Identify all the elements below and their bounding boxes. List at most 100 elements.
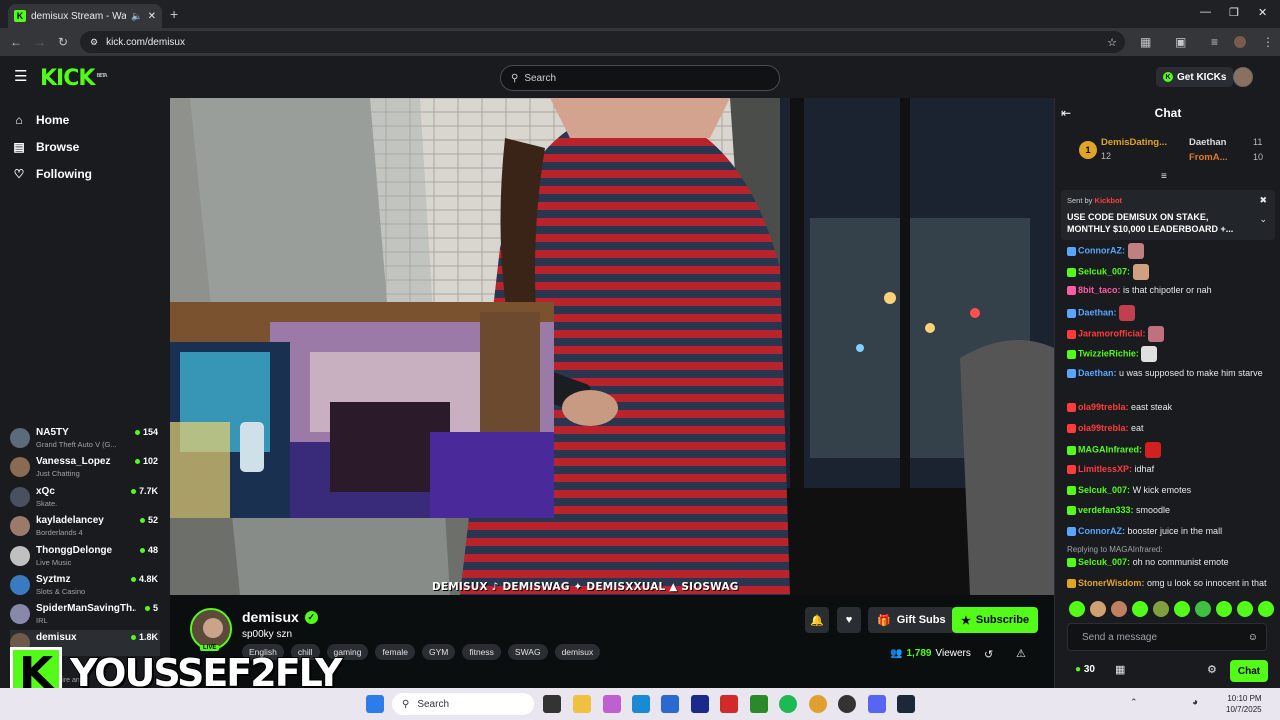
app-l-icon[interactable] <box>691 695 709 713</box>
chat-username[interactable]: StonerWisdom: <box>1078 578 1144 588</box>
back-icon[interactable]: ← <box>10 35 22 49</box>
taskbar-search[interactable]: ⚲ Search <box>392 693 534 715</box>
media-icon[interactable]: ≡ <box>1211 35 1218 49</box>
task-view-icon[interactable] <box>543 695 561 713</box>
emote-button[interactable] <box>1153 601 1169 617</box>
edge-icon[interactable] <box>632 695 650 713</box>
steam-icon[interactable] <box>897 695 915 713</box>
chat-username[interactable]: Selcuk_007: <box>1078 485 1130 495</box>
emote-button[interactable] <box>1090 601 1106 617</box>
spotify-icon[interactable] <box>779 695 797 713</box>
follow-button[interactable]: ♥ <box>837 607 861 633</box>
discord-icon[interactable] <box>868 695 886 713</box>
points-display[interactable]: ● 30 <box>1075 664 1095 675</box>
cast-icon[interactable]: ▣ <box>1175 35 1186 49</box>
new-tab-button[interactable]: + <box>170 6 178 22</box>
chat-username[interactable]: MAGAInfrared: <box>1078 444 1142 454</box>
tag[interactable]: fitness <box>462 644 501 660</box>
emote-button[interactable] <box>1195 601 1211 617</box>
chat-username[interactable]: Daethan: <box>1078 368 1117 378</box>
channel-item[interactable]: Syztmz Slots & Casino 4.8K <box>10 572 160 598</box>
reload-icon[interactable]: ↻ <box>58 35 68 49</box>
hamburger-menu-icon[interactable]: ☰ <box>14 67 27 85</box>
video-player[interactable] <box>170 98 1054 595</box>
get-kicks-button[interactable]: K Get KICKs <box>1156 67 1234 87</box>
tag[interactable]: female <box>375 644 415 660</box>
chat-username[interactable]: Selcuk_007: <box>1078 266 1130 276</box>
minimize-icon[interactable]: — <box>1200 6 1211 18</box>
xbox-icon[interactable] <box>750 695 768 713</box>
emote-button[interactable] <box>1216 601 1232 617</box>
tag[interactable]: demisux <box>554 644 601 660</box>
emote-button[interactable] <box>1258 601 1274 617</box>
speaker-icon[interactable]: 🔈 <box>131 11 142 22</box>
channel-item[interactable]: xQc Skate. 7.7K <box>10 484 160 510</box>
chat-username[interactable]: 8bit_taco: <box>1078 285 1121 295</box>
emote-button[interactable] <box>1069 601 1085 617</box>
bookmark-star-icon[interactable]: ☆ <box>1107 36 1117 49</box>
emote-button[interactable] <box>1174 601 1190 617</box>
tab-close-icon[interactable]: ✕ <box>148 11 156 22</box>
chat-username[interactable]: Daethan: <box>1078 307 1117 317</box>
search-input[interactable]: ⚲ Search <box>500 65 780 91</box>
expand-pinned-icon[interactable]: ⌄ <box>1259 214 1267 225</box>
expand-leaderboard-icon[interactable]: ≡ <box>1161 171 1167 182</box>
chat-settings-icon[interactable]: ⚙ <box>1207 663 1217 676</box>
sidebar-item-following[interactable]: ♡ Following <box>12 167 92 181</box>
chat-username[interactable]: verdefan333: <box>1078 505 1134 515</box>
sidebar-item-browse[interactable]: ▤ Browse <box>12 140 79 154</box>
gift-subs-button[interactable]: 🎁 Gift Subs <box>868 607 955 633</box>
profile-avatar[interactable] <box>1234 36 1246 48</box>
chat-username[interactable]: ConnorAZ: <box>1078 245 1125 255</box>
notification-bell-button[interactable]: 🔔 <box>805 607 829 633</box>
streamer-name[interactable]: demisux ✓ <box>242 609 318 625</box>
report-icon[interactable]: ⚠ <box>1016 647 1026 660</box>
site-info-icon[interactable]: ⚙ <box>90 37 98 48</box>
browser-menu-icon[interactable]: ⋮ <box>1262 35 1274 49</box>
system-clock[interactable]: 10:10 PM 10/7/2025 <box>1226 693 1262 715</box>
start-button-icon[interactable] <box>366 695 384 713</box>
chrome-icon[interactable] <box>809 695 827 713</box>
beta-badge: BETA <box>96 72 107 79</box>
app-circle-icon[interactable] <box>838 695 856 713</box>
chat-username[interactable]: ConnorAZ: <box>1078 526 1125 536</box>
tray-chevron-icon[interactable]: ⌃ <box>1130 697 1138 708</box>
chat-input[interactable]: Send a message ☺ <box>1067 623 1267 651</box>
copilot-icon[interactable] <box>603 695 621 713</box>
channel-item[interactable]: ThonggDelonge Live Music 48 <box>10 543 160 569</box>
chat-username[interactable]: ola99trebla: <box>1078 423 1129 433</box>
window-close-icon[interactable]: ✕ <box>1258 6 1267 19</box>
user-avatar[interactable] <box>1233 67 1253 87</box>
channel-item[interactable]: NA5TY Grand Theft Auto V (G... 154 <box>10 425 160 451</box>
file-explorer-icon[interactable] <box>573 695 591 713</box>
emote-button[interactable] <box>1111 601 1127 617</box>
emoji-picker-icon[interactable]: ☺ <box>1248 632 1258 643</box>
emote-button[interactable] <box>1132 601 1148 617</box>
tag[interactable]: GYM <box>421 644 456 660</box>
kick-logo[interactable]: KICK BETA <box>40 66 108 91</box>
tray-network-icon[interactable]: ◕ <box>1192 697 1198 708</box>
browser-tab[interactable]: K demisux Stream - Watch Li... 🔈 ✕ <box>8 4 162 28</box>
channel-item[interactable]: kayladelancey Borderlands 4 52 <box>10 513 160 539</box>
store-icon[interactable] <box>661 695 679 713</box>
sidebar-item-home[interactable]: ⌂ Home <box>12 113 69 127</box>
app-shield-icon[interactable] <box>720 695 738 713</box>
chat-username[interactable]: Jaramorofficial: <box>1078 328 1146 338</box>
maximize-icon[interactable]: ❐ <box>1229 6 1239 19</box>
subscribe-button[interactable]: ★ Subscribe <box>952 607 1039 633</box>
channel-item[interactable]: SpiderManSavingTh... IRL 5 <box>10 601 160 627</box>
unpin-icon[interactable]: ✖ <box>1259 195 1267 206</box>
chat-username[interactable]: TwizzieRichie: <box>1078 348 1139 358</box>
calendar-icon[interactable]: ▦ <box>1115 663 1125 676</box>
share-icon[interactable]: ↺ <box>984 648 993 661</box>
chat-username[interactable]: Selcuk_007: <box>1078 557 1130 567</box>
emote-button[interactable] <box>1237 601 1253 617</box>
extensions-icon[interactable]: ▦ <box>1140 35 1151 49</box>
chat-username[interactable]: ola99trebla: <box>1078 402 1129 412</box>
channel-item[interactable]: Vanessa_Lopez Just Chatting 102 <box>10 454 160 480</box>
tag[interactable]: SWAG <box>507 644 548 660</box>
forward-icon[interactable]: → <box>34 35 46 49</box>
url-field[interactable]: ⚙ kick.com/demisux ☆ <box>80 31 1125 53</box>
chat-username[interactable]: LimitlessXP: <box>1078 464 1132 474</box>
send-chat-button[interactable]: Chat <box>1230 660 1268 682</box>
